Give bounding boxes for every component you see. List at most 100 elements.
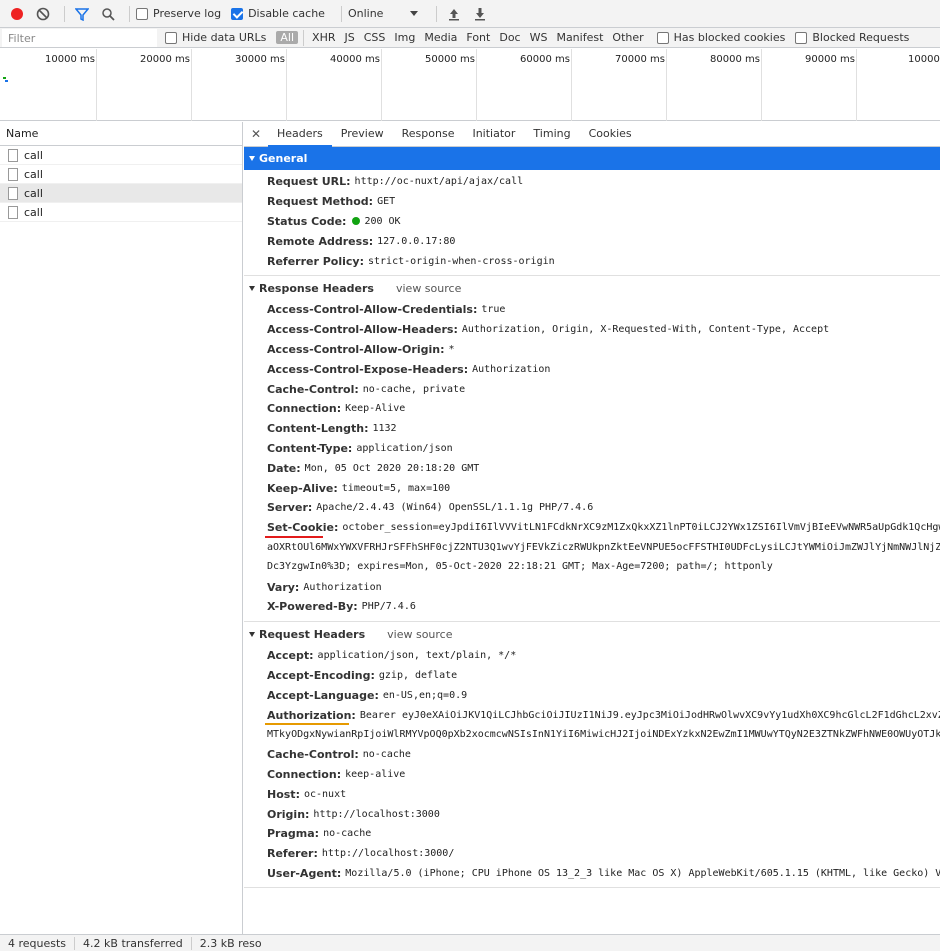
section-title: Request Headers (259, 627, 366, 641)
request-name: call (24, 186, 43, 200)
tick-label: 50000 ms (425, 54, 475, 65)
request-row[interactable]: call (0, 146, 242, 165)
throttling-select[interactable]: Online (348, 7, 418, 20)
type-filter-font[interactable]: Font (462, 31, 494, 44)
header-key: Access-Control-Allow-Origin: (267, 342, 445, 356)
close-icon[interactable]: ✕ (244, 127, 268, 141)
filter-toggle-button[interactable] (71, 3, 93, 25)
status-text: 200 OK (364, 215, 401, 227)
timeline-tick: 20000 ms (140, 49, 192, 121)
filter-input[interactable]: Filter (2, 28, 157, 47)
header-key: Accept: (267, 649, 314, 663)
tab-cookies[interactable]: Cookies (580, 122, 641, 147)
tab-headers[interactable]: Headers (268, 122, 332, 147)
general-section-header[interactable]: General (244, 147, 940, 170)
timeline-tick: 90000 ms (805, 49, 857, 121)
tab-preview[interactable]: Preview (332, 122, 393, 147)
checkbox-box[interactable] (136, 7, 148, 20)
header-row: User-Agent: Mozilla/5.0 (iPhone; CPU iPho… (244, 864, 940, 884)
header-key: Request URL: (267, 175, 351, 189)
checkbox-box[interactable] (656, 31, 669, 44)
response-headers-section-header[interactable]: Response Headers view source (244, 277, 940, 300)
record-icon (11, 7, 23, 20)
file-icon (8, 167, 18, 181)
header-key: Accept-Language: (267, 688, 379, 702)
resources-size: 2.3 kB resources (199, 936, 262, 950)
header-value: GET (377, 196, 396, 208)
tick-label: 100000 ms (908, 54, 940, 65)
blocked-requests-label: Blocked Requests (812, 31, 910, 44)
type-filter-all[interactable]: All (276, 31, 299, 44)
timeline-overview[interactable]: 10000 ms 20000 ms 30000 ms 40000 ms 5000… (0, 49, 940, 121)
header-value: gzip, deflate (378, 669, 458, 681)
header-row: X-Powered-By: PHP/7.4.6 (244, 597, 940, 617)
header-row: Access-Control-Expose-Headers: Authorizat… (244, 359, 940, 379)
hide-data-urls-checkbox[interactable]: Hide data URLs (165, 31, 266, 44)
clear-button[interactable] (32, 3, 54, 25)
tick-label: 60000 ms (520, 54, 570, 65)
triangle-down-icon (249, 156, 255, 161)
view-source-link[interactable]: view source (387, 628, 452, 641)
set-cookie-row: Set-Cookie: october_session=eyJpdiI6IlVV… (244, 518, 940, 538)
type-filter-ws[interactable]: WS (526, 31, 552, 44)
header-key: Origin: (267, 807, 310, 821)
preserve-log-checkbox[interactable]: Preserve log (136, 7, 221, 20)
type-filter-xhr[interactable]: XHR (308, 31, 339, 44)
tab-initiator[interactable]: Initiator (463, 122, 524, 147)
tab-timing[interactable]: Timing (524, 122, 579, 147)
checkbox-box[interactable] (231, 7, 244, 20)
disable-cache-checkbox[interactable]: Disable cache (231, 7, 325, 20)
header-value: http://localhost:3000 (313, 808, 440, 820)
search-button[interactable] (97, 3, 119, 25)
tick-label: 10000 ms (45, 54, 95, 65)
header-row: Access-Control-Allow-Origin: * (244, 340, 940, 360)
tab-response[interactable]: Response (393, 122, 464, 147)
header-row: Referrer Policy: strict-origin-when-cross… (244, 251, 940, 271)
blocked-requests-checkbox[interactable]: Blocked Requests (795, 31, 909, 44)
view-source-link[interactable]: view source (396, 282, 461, 295)
type-filter-manifest[interactable]: Manifest (552, 31, 607, 44)
response-headers-section: Access-Control-Allow-Credentials: true Ac… (244, 300, 940, 622)
name-column-header[interactable]: Name (0, 122, 242, 146)
header-value: Keep-Alive (345, 403, 406, 415)
type-filter-media[interactable]: Media (420, 31, 461, 44)
type-filter-css[interactable]: CSS (360, 31, 390, 44)
header-key: Vary: (267, 580, 300, 594)
tick-label: 20000 ms (140, 54, 190, 65)
header-key: User-Agent: (267, 866, 342, 880)
section-title: General (259, 152, 308, 165)
header-row: Request URL: http://oc-nuxt/api/ajax/call (244, 172, 940, 192)
header-row: Status Code: 200 OK (244, 212, 940, 232)
network-toolbar: Preserve log Disable cache Online (0, 0, 940, 28)
file-icon (8, 186, 18, 200)
timeline-request-bar (5, 80, 8, 82)
request-row[interactable]: call (0, 203, 242, 222)
request-row[interactable]: call (0, 165, 242, 184)
header-key: Status Code: (267, 214, 347, 228)
import-har-button[interactable] (443, 3, 465, 25)
header-value: Bearer eyJ0eXAiOiJKV1QiLCJhbGciOiJIUzI1N… (359, 709, 940, 721)
header-value: * (448, 343, 455, 355)
header-key: Pragma: (267, 827, 320, 841)
record-button[interactable] (6, 3, 28, 25)
timeline-tick: 70000 ms (615, 49, 667, 121)
checkbox-box[interactable] (795, 31, 808, 44)
header-value: 1132 (372, 423, 397, 435)
header-row: Cache-Control: no-cache (244, 745, 940, 765)
request-headers-section-header[interactable]: Request Headers view source (244, 623, 940, 646)
has-blocked-cookies-checkbox[interactable]: Has blocked cookies (656, 31, 785, 44)
type-filter-doc[interactable]: Doc (495, 31, 524, 44)
export-har-button[interactable] (469, 3, 491, 25)
timeline-tick: 80000 ms (710, 49, 762, 121)
type-filter-img[interactable]: Img (390, 31, 419, 44)
request-row-selected[interactable]: call (0, 184, 242, 203)
tick-label: 90000 ms (805, 54, 855, 65)
type-filter-other[interactable]: Other (608, 31, 647, 44)
type-filter-js[interactable]: JS (341, 31, 359, 44)
header-key: Connection: (267, 767, 342, 781)
separator (435, 5, 437, 22)
checkbox-box[interactable] (165, 31, 177, 44)
transferred-size: 4.2 kB transferred (75, 936, 192, 950)
header-value: keep-alive (345, 768, 406, 780)
header-key: Referrer Policy: (267, 254, 364, 268)
